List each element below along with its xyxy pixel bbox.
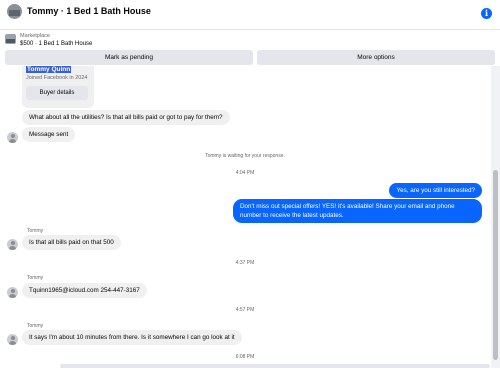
buyer-name[interactable]: Tommy Quinn [26, 66, 72, 73]
incoming-message[interactable]: Is that all bills paid on that 500 [22, 235, 121, 250]
listing-thumbnail[interactable] [7, 4, 22, 19]
composer-edge [60, 364, 490, 368]
scrollbar-thumb[interactable] [493, 170, 498, 360]
timestamp: 6:08 PM [235, 354, 255, 360]
buyer-details-button[interactable]: Buyer details [26, 86, 88, 100]
listing-summary[interactable]: Marketplace $500 · 1 Bed 1 Bath House [0, 30, 500, 50]
waiting-notice: Tommy is waiting for your response. [205, 153, 285, 159]
thread-scrollbar[interactable] [491, 66, 500, 368]
conversation-title[interactable]: Tommy · 1 Bed 1 Bath House [27, 6, 151, 16]
avatar[interactable] [7, 239, 18, 250]
avatar[interactable] [7, 132, 18, 143]
sender-name: Tommy [27, 275, 44, 281]
listing-photo [5, 34, 16, 44]
buyer-card: Tommy Quinn Joined Facebook in 2024 Buye… [22, 66, 94, 108]
incoming-message[interactable]: Message sent [22, 127, 76, 142]
timestamp: 4:57 PM [235, 307, 255, 313]
sender-name: Tommy [27, 228, 44, 234]
message-thread[interactable]: Tommy Quinn Joined Facebook in 2024 Buye… [0, 66, 490, 368]
avatar[interactable] [7, 334, 18, 345]
timestamp: 4:37 PM [235, 260, 255, 266]
timestamp: 4:04 PM [235, 170, 255, 176]
info-icon[interactable]: i [481, 8, 492, 19]
outgoing-message[interactable]: Yes, are you still interested? [389, 183, 482, 198]
outgoing-message[interactable]: Don't miss out special offers! YES! it's… [233, 199, 482, 223]
incoming-message[interactable]: It says I'm about 10 minutes from there.… [22, 330, 242, 345]
incoming-message[interactable]: Tquinn1965@icloud.com 254-447-3167 [22, 283, 147, 298]
avatar[interactable] [7, 287, 18, 298]
sender-name: Tommy [27, 323, 44, 329]
buyer-joined-text: Joined Facebook in 2024 [26, 75, 88, 81]
conversation-header: Tommy · 1 Bed 1 Bath House i [0, 0, 500, 30]
incoming-message[interactable]: What about all the utilities? Is that al… [22, 110, 230, 125]
more-options-button[interactable]: More options [257, 50, 495, 65]
listing-price-title: $500 · 1 Bed 1 Bath House [20, 41, 93, 47]
mark-as-pending-button[interactable]: Mark as pending [5, 50, 253, 65]
marketplace-label: Marketplace [20, 33, 50, 39]
listing-actions: Mark as pending More options [0, 50, 500, 66]
